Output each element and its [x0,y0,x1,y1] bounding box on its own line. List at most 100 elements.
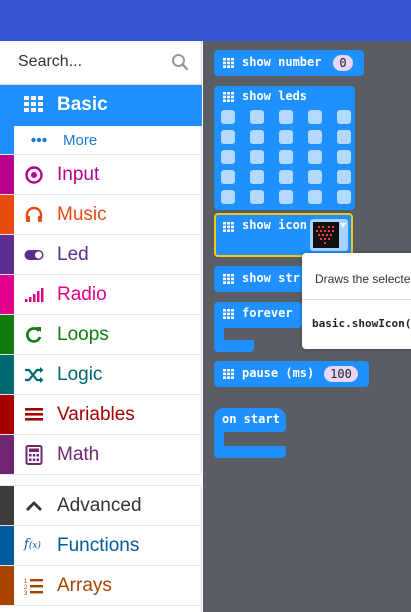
chevron-up-icon [26,501,42,511]
led-cell[interactable] [308,170,322,184]
toggle-icon [24,250,44,260]
function-icon: f(x) [24,537,41,552]
led-cell[interactable] [221,170,235,184]
tooltip-divider [302,299,411,300]
icon-picker[interactable] [310,219,348,251]
led-cell[interactable] [250,130,264,144]
block-forever-label: forever [242,306,293,320]
category-more[interactable]: More [0,126,202,155]
led-cell[interactable] [337,130,351,144]
category-input-label: Input [57,164,100,185]
led-cell[interactable] [308,150,322,164]
toolbox: Search... Basic More Input Music Led Rad… [0,41,202,612]
category-stripe [0,526,14,565]
category-stripe [0,566,14,605]
block-show-icon[interactable]: show icon [214,213,353,257]
block-show-string-label: show str [242,271,300,285]
category-stripe [0,395,14,434]
block-forever-foot [214,340,254,352]
grid-icon [24,96,43,112]
toolbox-separator [0,475,202,486]
category-stripe [0,486,14,525]
category-advanced-label: Advanced [57,495,142,516]
category-loops-label: Loops [57,324,109,345]
led-cell[interactable] [250,110,264,124]
block-show-leds[interactable]: show leds [214,86,355,210]
led-cell[interactable] [250,170,264,184]
show-number-value[interactable]: 0 [333,55,353,71]
category-stripe [0,275,14,314]
grid-icon [223,92,234,102]
category-math[interactable]: Math [0,435,202,475]
grid-icon [223,309,234,319]
target-icon [25,166,43,184]
led-cell[interactable] [337,170,351,184]
grid-icon [223,58,234,68]
led-cell[interactable] [221,150,235,164]
led-cell[interactable] [279,110,293,124]
search-icon[interactable] [171,53,189,71]
category-basic-label: Basic [57,94,108,115]
led-cell[interactable] [250,150,264,164]
led-cell[interactable] [279,190,293,204]
search-input[interactable]: Search... [18,53,82,71]
led-cell[interactable] [337,110,351,124]
category-led[interactable]: Led [0,235,202,275]
block-show-icon-label: show icon [242,218,308,232]
category-stripe [0,195,14,234]
category-music[interactable]: Music [0,195,202,235]
category-stripe [0,355,14,394]
led-cell[interactable] [279,170,293,184]
block-on-start-label: on start [222,412,280,426]
top-bar [0,0,411,41]
block-show-number[interactable]: show number 0 [214,50,364,76]
svg-text:3: 3 [24,591,28,596]
led-cell[interactable] [337,190,351,204]
led-cell[interactable] [308,190,322,204]
block-show-leds-label: show leds [242,89,308,103]
led-cell[interactable] [308,110,322,124]
category-basic[interactable]: Basic [0,85,202,126]
search-box[interactable]: Search... [0,41,202,85]
led-cell[interactable] [221,110,235,124]
category-radio-label: Radio [57,284,107,305]
tooltip-code: basic.showIcon( [312,317,411,330]
block-pause-label: pause (ms) [242,366,315,380]
pause-value[interactable]: 100 [324,366,358,382]
block-show-string[interactable]: show str [214,266,309,292]
category-input[interactable]: Input [0,155,202,195]
category-radio[interactable]: Radio [0,275,202,315]
tooltip-description: Draws the selecte [315,272,411,286]
lines-icon [25,408,43,421]
category-stripe [0,435,14,474]
category-stripe [0,315,14,354]
block-forever[interactable]: forever [214,302,302,328]
block-show-number-label: show number [242,55,322,69]
led-cell[interactable] [221,190,235,204]
category-arrays[interactable]: 1 2 3 Arrays [0,566,202,606]
category-loops[interactable]: Loops [0,315,202,355]
category-advanced[interactable]: Advanced [0,486,202,526]
signal-bars-icon [25,288,44,302]
block-on-start[interactable]: on start [214,408,286,432]
led-cell[interactable] [279,150,293,164]
category-math-label: Math [57,444,100,465]
led-cell[interactable] [279,130,293,144]
led-cell[interactable] [221,130,235,144]
shuffle-icon [25,367,44,383]
block-tooltip: Draws the selecte basic.showIcon( [302,253,411,349]
calculator-icon [25,445,43,465]
led-cell[interactable] [250,190,264,204]
heart-icon [313,222,339,248]
category-variables-label: Variables [57,404,135,425]
category-functions[interactable]: f(x) Functions [0,526,202,566]
grid-icon [223,369,234,379]
block-pause[interactable]: pause (ms) 100 [214,361,369,387]
category-stripe [0,126,14,154]
led-cell[interactable] [308,130,322,144]
category-stripe [0,155,14,194]
category-variables[interactable]: Variables [0,395,202,435]
category-functions-label: Functions [57,535,140,556]
led-cell[interactable] [337,150,351,164]
category-logic[interactable]: Logic [0,355,202,395]
